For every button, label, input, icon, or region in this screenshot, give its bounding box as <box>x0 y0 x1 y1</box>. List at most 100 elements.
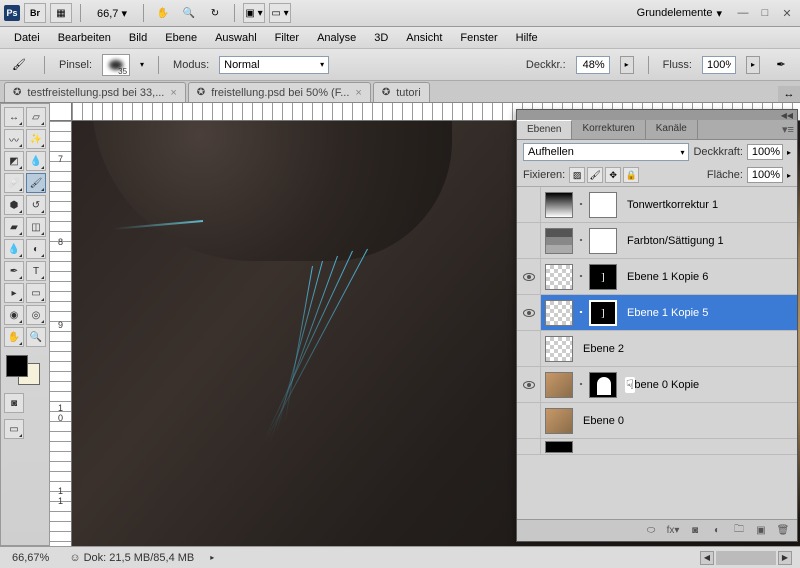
layer-row[interactable]: Ebene 0 <box>517 403 797 439</box>
status-doc-size[interactable]: ☺ Dok: 21,5 MB/85,4 MB <box>65 552 198 564</box>
layer-row[interactable]: ⬝] Ebene 1 Kopie 6 <box>517 259 797 295</box>
dodge-tool[interactable]: ◐ <box>26 239 46 259</box>
menu-bearbeiten[interactable]: Bearbeiten <box>50 32 119 44</box>
menu-bild[interactable]: Bild <box>121 32 155 44</box>
status-zoom[interactable]: 66,67% <box>8 552 53 564</box>
move-tool[interactable]: ↔ <box>4 107 24 127</box>
menu-analyse[interactable]: Analyse <box>309 32 364 44</box>
layer-thumb[interactable] <box>545 408 573 434</box>
close-button[interactable]: ✕ <box>780 6 794 20</box>
airbrush-icon[interactable]: ✒ <box>770 54 792 76</box>
mask-thumb[interactable] <box>589 192 617 218</box>
stamp-tool[interactable]: ⬢ <box>4 195 24 215</box>
zoom-tool-icon[interactable]: 🔍 <box>178 3 200 23</box>
zoom-readout[interactable]: 66,7 ▾ <box>89 7 135 20</box>
new-adjustment-icon[interactable]: ◐ <box>709 524 725 538</box>
new-group-icon[interactable]: 🗀 <box>731 524 747 538</box>
quickmask-button[interactable]: ◙ <box>4 393 24 413</box>
ruler-vertical[interactable]: 7 8 9 1 0 1 1 <box>50 121 72 546</box>
layer-blend-mode-dropdown[interactable]: Aufhellen▾ <box>523 143 689 161</box>
3d-tool[interactable]: ◉ <box>4 305 24 325</box>
tab-kanaele[interactable]: Kanäle <box>646 120 698 139</box>
layer-name[interactable]: Farbton/Sättigung 1 <box>621 235 797 247</box>
lasso-tool[interactable]: 〰 <box>4 129 24 149</box>
minimize-button[interactable]: — <box>736 6 750 20</box>
menu-fenster[interactable]: Fenster <box>452 32 505 44</box>
lock-transparency-icon[interactable]: ▨ <box>569 167 585 183</box>
layer-name[interactable]: Ebene 1 Kopie 6 <box>621 271 797 283</box>
layer-row[interactable] <box>517 439 797 455</box>
menu-3d[interactable]: 3D <box>366 32 396 44</box>
screen-mode-button[interactable]: ▭ ▾ <box>269 3 291 23</box>
menu-ebene[interactable]: Ebene <box>157 32 205 44</box>
layer-row[interactable]: ⬝ Ebene 0 Kopie <box>517 367 797 403</box>
document-tab[interactable]: ✪ testfreistellung.psd bei 33,...× <box>4 82 186 102</box>
close-icon[interactable]: × <box>355 87 361 99</box>
visibility-toggle[interactable] <box>517 259 541 294</box>
layer-thumb[interactable] <box>545 372 573 398</box>
link-layers-icon[interactable]: ⬭ <box>643 524 659 538</box>
scroll-thumb[interactable] <box>716 551 776 565</box>
bridge-button[interactable]: Br <box>24 3 46 23</box>
visibility-toggle[interactable] <box>517 439 541 454</box>
blur-tool[interactable]: 💧 <box>4 239 24 259</box>
layer-thumb[interactable] <box>545 300 573 326</box>
heal-tool[interactable]: 🩹 <box>4 173 24 193</box>
chevron-down-icon[interactable]: ▾ <box>140 60 144 69</box>
document-tab[interactable]: ✪ tutori <box>373 82 430 102</box>
color-swatches[interactable] <box>4 355 44 387</box>
visibility-toggle[interactable] <box>517 187 541 222</box>
shape-tool[interactable]: ▭ <box>26 283 46 303</box>
brush-tool-icon[interactable]: 🖌 <box>8 54 30 76</box>
chevron-right-icon[interactable]: ▸ <box>787 171 791 180</box>
layer-name[interactable]: Ebene 0 Kopie <box>621 379 797 391</box>
rotate-view-icon[interactable]: ↻ <box>204 3 226 23</box>
eraser-tool[interactable]: ▰ <box>4 217 24 237</box>
eyedropper-tool[interactable]: 💧 <box>26 151 46 171</box>
close-icon[interactable]: × <box>170 87 176 99</box>
adjustment-thumb[interactable] <box>545 192 573 218</box>
flow-flyout-icon[interactable]: ▸ <box>746 56 760 74</box>
tab-ebenen[interactable]: Ebenen <box>517 120 572 139</box>
photoshop-app-icon[interactable]: Ps <box>4 5 20 21</box>
chevron-right-icon[interactable]: ▸ <box>787 148 791 157</box>
layer-row[interactable]: ⬝ Tonwertkorrektur 1 <box>517 187 797 223</box>
zoom-tool[interactable]: 🔍 <box>26 327 46 347</box>
layer-row[interactable]: Ebene 2 <box>517 331 797 367</box>
mask-thumb[interactable]: ] <box>589 300 617 326</box>
menu-auswahl[interactable]: Auswahl <box>207 32 265 44</box>
layer-row[interactable]: ⬝] Ebene 1 Kopie 5 <box>517 295 797 331</box>
pan-tool-icon[interactable]: ✋ <box>152 3 174 23</box>
lock-position-icon[interactable]: ✥ <box>605 167 621 183</box>
layer-opacity-input[interactable] <box>747 144 783 160</box>
gradient-tool[interactable]: ◫ <box>26 217 46 237</box>
brush-preset-picker[interactable]: 35 <box>102 54 130 76</box>
menu-hilfe[interactable]: Hilfe <box>508 32 546 44</box>
menu-filter[interactable]: Filter <box>267 32 307 44</box>
menu-datei[interactable]: Datei <box>6 32 48 44</box>
visibility-toggle[interactable] <box>517 295 541 330</box>
layer-name[interactable]: Ebene 0 <box>577 415 797 427</box>
opacity-flyout-icon[interactable]: ▸ <box>620 56 634 74</box>
menu-ansicht[interactable]: Ansicht <box>398 32 450 44</box>
panel-menu-icon[interactable]: ▾≡ <box>779 120 797 139</box>
layer-fx-icon[interactable]: fx▾ <box>665 524 681 538</box>
layer-thumb[interactable] <box>545 264 573 290</box>
ruler-origin[interactable] <box>50 103 72 121</box>
new-layer-icon[interactable]: ▣ <box>753 524 769 538</box>
type-tool[interactable]: T <box>26 261 46 281</box>
layer-thumb[interactable] <box>545 336 573 362</box>
arrange-docs-button[interactable]: ▣ ▾ <box>243 3 265 23</box>
mini-bridge-button[interactable]: ▦ <box>50 3 72 23</box>
maximize-button[interactable]: □ <box>758 6 772 20</box>
fill-input[interactable] <box>747 167 783 183</box>
path-select-tool[interactable]: ▸ <box>4 283 24 303</box>
panel-collapse-handle[interactable]: ◀◀ <box>517 110 797 120</box>
selection-tool[interactable]: ▱ <box>26 107 46 127</box>
visibility-toggle[interactable] <box>517 331 541 366</box>
flow-input[interactable] <box>702 56 736 74</box>
layer-name[interactable]: Ebene 2 <box>577 343 797 355</box>
lock-all-icon[interactable]: 🔒 <box>623 167 639 183</box>
hand-tool[interactable]: ✋ <box>4 327 24 347</box>
pen-tool[interactable]: ✒ <box>4 261 24 281</box>
